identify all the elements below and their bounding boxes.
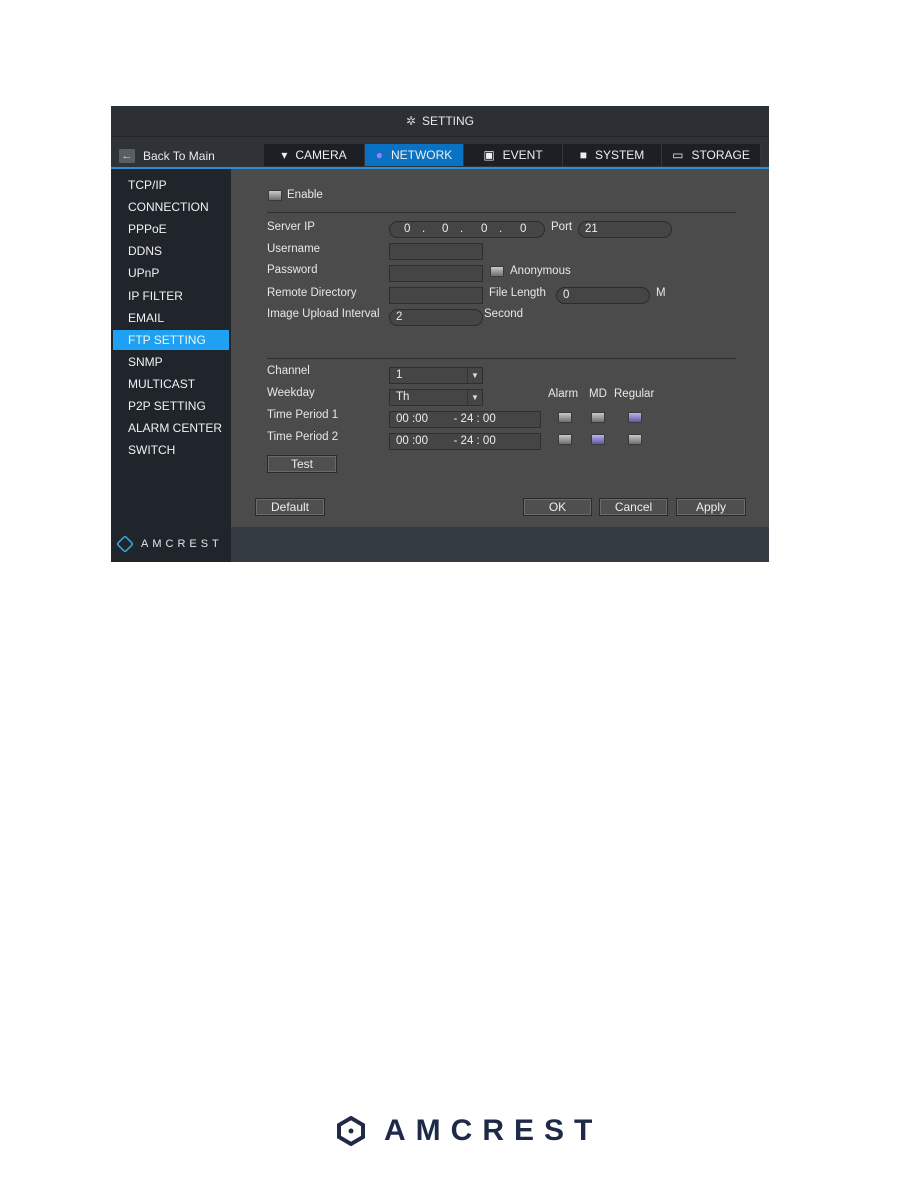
password-input[interactable] <box>389 265 483 282</box>
username-input[interactable] <box>389 243 483 260</box>
regular-column-label: Regular <box>614 388 655 400</box>
tab-event-label: EVENT <box>502 148 543 162</box>
period-2-alarm-checkbox[interactable] <box>558 434 572 445</box>
sidebar-item-snmp[interactable]: SNMP <box>113 352 229 372</box>
weekday-select[interactable]: Th ▼ <box>389 389 483 406</box>
tab-network-label: NETWORK <box>390 148 453 162</box>
globe-icon: ● <box>375 148 383 162</box>
event-icon: ▣ <box>483 148 495 162</box>
sidebar-item-switch[interactable]: SWITCH <box>113 440 229 460</box>
sidebar-item-ip-filter[interactable]: IP FILTER <box>113 286 229 306</box>
ok-button[interactable]: OK <box>523 498 592 516</box>
window-title: SETTING <box>422 114 475 128</box>
sidebar-item-connection[interactable]: CONNECTION <box>113 197 229 217</box>
weekday-label: Weekday <box>267 387 315 399</box>
amcrest-hexagon-icon <box>337 1116 365 1146</box>
tab-camera[interactable]: ▾ CAMERA <box>264 144 365 166</box>
remote-directory-label: Remote Directory <box>267 287 357 299</box>
ip-octet-3: 0 <box>481 223 488 235</box>
alarm-column-label: Alarm <box>548 388 579 400</box>
tab-system[interactable]: ■ SYSTEM <box>563 144 662 166</box>
upload-interval-unit: Second <box>484 308 524 320</box>
enable-checkbox[interactable] <box>268 190 282 201</box>
system-icon: ■ <box>579 148 587 162</box>
amcrest-logo-icon <box>115 534 135 554</box>
file-length-input[interactable]: 0 <box>556 287 650 304</box>
gear-icon: ✲ <box>405 114 417 128</box>
tab-camera-label: CAMERA <box>295 148 347 162</box>
divider-top <box>267 212 736 213</box>
period-1-md-checkbox[interactable] <box>591 412 605 423</box>
sidebar: TCP/IP CONNECTION PPPoE DDNS UPnP IP FIL… <box>111 169 231 562</box>
file-length-label: File Length <box>489 287 546 299</box>
sidebar-item-email[interactable]: EMAIL <box>113 308 229 328</box>
password-label: Password <box>267 264 318 276</box>
time-period-1-label: Time Period 1 <box>267 409 339 421</box>
time-period-2-input[interactable]: 00 :00 - 24 : 00 <box>389 433 541 450</box>
time-period-2-label: Time Period 2 <box>267 431 339 443</box>
upload-interval-label: Image Upload Interval <box>267 308 380 320</box>
port-label: Port <box>551 221 573 233</box>
period-1-alarm-checkbox[interactable] <box>558 412 572 423</box>
sidebar-brand-text: AMCREST <box>141 538 223 550</box>
md-column-label: MD <box>589 388 607 400</box>
ip-octet-1: 0 <box>404 223 411 235</box>
sidebar-item-pppoe[interactable]: PPPoE <box>113 219 229 239</box>
tab-bar: ← Back To Main ▾ CAMERA ● NETWORK ▣ EVEN… <box>111 144 769 168</box>
weekday-value: Th <box>396 391 410 403</box>
chevron-down-icon: ▼ <box>467 390 482 405</box>
cancel-button[interactable]: Cancel <box>599 498 668 516</box>
sidebar-item-p2p-setting[interactable]: P2P SETTING <box>113 396 229 416</box>
tab-storage-label: STORAGE <box>691 148 750 162</box>
sidebar-item-multicast[interactable]: MULTICAST <box>113 374 229 394</box>
sidebar-item-alarm-center[interactable]: ALARM CENTER <box>113 418 229 438</box>
chevron-down-icon: ▼ <box>467 368 482 383</box>
back-to-main-label: Back To Main <box>143 149 215 163</box>
remote-directory-input[interactable] <box>389 287 483 304</box>
server-ip-input[interactable]: 0 . 0 . 0 . 0 <box>389 221 545 238</box>
test-button[interactable]: Test <box>267 455 337 473</box>
ip-octet-4: 0 <box>520 223 527 235</box>
sidebar-logo: AMCREST <box>115 534 223 554</box>
storage-icon: ▭ <box>672 148 684 162</box>
title-bar: ✲ SETTING <box>111 106 769 137</box>
anonymous-label: Anonymous <box>510 265 571 277</box>
anonymous-checkbox[interactable] <box>490 266 504 277</box>
tab-network[interactable]: ● NETWORK <box>365 144 464 166</box>
username-label: Username <box>267 243 321 255</box>
back-to-main-button[interactable]: ← Back To Main <box>119 144 215 168</box>
channel-label: Channel <box>267 365 310 377</box>
file-length-unit: M <box>656 287 666 299</box>
period-2-md-checkbox[interactable] <box>591 434 605 445</box>
tab-system-label: SYSTEM <box>594 148 645 162</box>
footer-bar <box>231 527 769 562</box>
apply-button[interactable]: Apply <box>676 498 746 516</box>
enable-label: Enable <box>287 189 323 201</box>
upload-interval-input[interactable]: 2 <box>389 309 483 326</box>
ftp-settings-panel: Enable Server IP 0 . 0 . 0 . 0 Port 21 U… <box>231 169 769 527</box>
page-brand-text: AMCREST <box>384 1114 603 1147</box>
back-arrow-icon: ← <box>119 149 135 163</box>
tab-event[interactable]: ▣ EVENT <box>464 144 563 166</box>
page-brand-logo: AMCREST <box>336 1114 602 1148</box>
sidebar-item-ddns[interactable]: DDNS <box>113 241 229 261</box>
port-input[interactable]: 21 <box>578 221 672 238</box>
divider-middle <box>267 358 736 359</box>
camera-icon: ▾ <box>281 148 288 162</box>
sidebar-item-ftp-setting[interactable]: FTP SETTING <box>113 330 229 350</box>
sidebar-item-tcpip[interactable]: TCP/IP <box>113 175 229 195</box>
default-button[interactable]: Default <box>255 498 325 516</box>
tab-storage[interactable]: ▭ STORAGE <box>662 144 761 166</box>
period-1-regular-checkbox[interactable] <box>628 412 642 423</box>
server-ip-label: Server IP <box>267 221 315 233</box>
time-period-1-input[interactable]: 00 :00 - 24 : 00 <box>389 411 541 428</box>
channel-value: 1 <box>396 369 403 381</box>
period-2-regular-checkbox[interactable] <box>628 434 642 445</box>
sidebar-item-upnp[interactable]: UPnP <box>113 263 229 283</box>
settings-window: ✲ SETTING ← Back To Main ▾ CAMERA ● NETW… <box>111 106 769 562</box>
ip-octet-2: 0 <box>442 223 449 235</box>
channel-select[interactable]: 1 ▼ <box>389 367 483 384</box>
